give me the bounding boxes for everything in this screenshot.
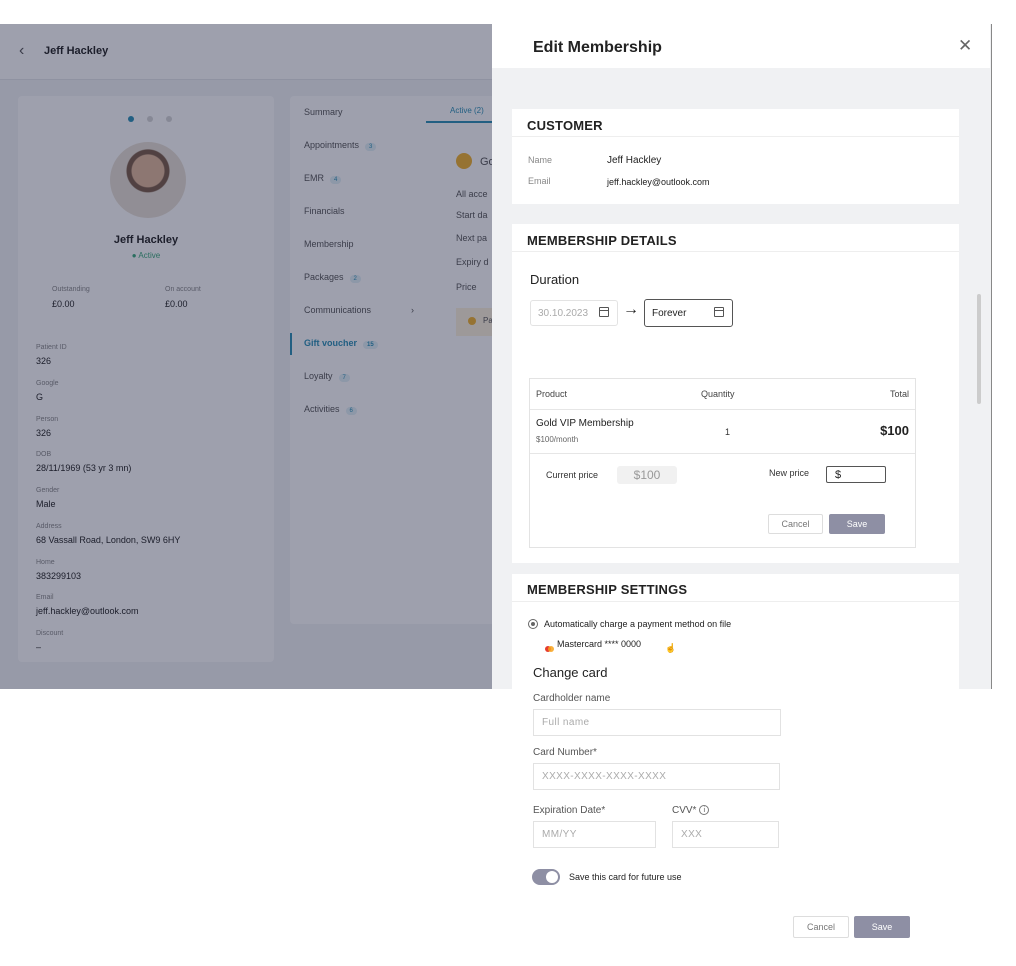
product-total: $100: [880, 423, 909, 438]
customer-section: CUSTOMER Name Jeff Hackley Email jeff.ha…: [512, 109, 959, 204]
divider: [530, 453, 915, 454]
card-number-label: Card Number*: [533, 747, 597, 758]
end-date-value: Forever: [652, 307, 687, 319]
card-label: Mastercard **** 0000: [557, 639, 642, 649]
product-table: Product Quantity Total Gold VIP Membersh…: [529, 378, 916, 548]
card-number-input[interactable]: XXXX-XXXX-XXXX-XXXX: [533, 763, 780, 790]
customer-email-value: jeff.hackley@outlook.com: [607, 177, 710, 187]
new-price-label: New price: [769, 468, 810, 478]
membership-details-section: MEMBERSHIP DETAILS Duration 30.10.2023 →…: [512, 224, 959, 563]
divider: [512, 136, 959, 137]
edit-membership-drawer: Edit Membership ✕ CUSTOMER Name Jeff Hac…: [492, 24, 992, 692]
section-title: CUSTOMER: [527, 118, 603, 133]
save-card-label: Save this card for future use: [569, 872, 682, 882]
section-title: MEMBERSHIP SETTINGS: [527, 582, 688, 597]
cvv-label-text: CVV*: [672, 805, 697, 816]
drawer-header: Edit Membership ✕: [492, 24, 990, 68]
save-card-toggle[interactable]: [532, 869, 560, 885]
change-card-title: Change card: [533, 665, 608, 680]
mastercard-icon: [545, 646, 555, 652]
cvv-input[interactable]: XXX: [672, 821, 779, 848]
expiry-label: Expiration Date*: [533, 805, 606, 816]
cancel-price-button[interactable]: Cancel: [768, 514, 823, 534]
cvv-label: CVV* i: [672, 805, 710, 816]
product-quantity: 1: [725, 427, 731, 437]
new-price-input[interactable]: $: [826, 466, 886, 483]
divider: [512, 251, 959, 252]
auto-charge-label: Automatically charge a payment method on…: [544, 619, 732, 629]
customer-email-label: Email: [528, 176, 551, 186]
product-price: $100/month: [536, 435, 579, 444]
calendar-icon[interactable]: [599, 307, 609, 317]
end-date-input[interactable]: Forever: [644, 299, 733, 327]
column-header: Quantity: [701, 389, 735, 399]
arrow-right-icon: →: [623, 301, 639, 318]
change-card-panel: Change card Cardholder name Full name Ca…: [512, 655, 959, 966]
duration-label: Duration: [530, 272, 580, 287]
close-icon[interactable]: ✕: [958, 36, 972, 56]
start-date-value: 30.10.2023: [538, 307, 589, 319]
product-name: Gold VIP Membership: [536, 418, 634, 429]
customer-name-label: Name: [528, 155, 553, 165]
save-price-button[interactable]: Save: [829, 514, 885, 534]
column-header: Total: [889, 389, 909, 399]
current-price-label: Current price: [546, 470, 599, 480]
current-price-value: $100: [617, 466, 677, 484]
cursor-icon: ☝: [665, 643, 677, 653]
scrollbar[interactable]: [977, 294, 981, 404]
drawer-title: Edit Membership: [533, 39, 662, 56]
save-button[interactable]: Save: [854, 916, 910, 938]
column-header: Product: [536, 389, 568, 399]
info-icon[interactable]: i: [699, 805, 710, 816]
divider: [512, 601, 959, 602]
calendar-icon[interactable]: [714, 307, 724, 317]
expiry-input[interactable]: MM/YY: [533, 821, 656, 848]
cancel-button[interactable]: Cancel: [793, 916, 849, 938]
divider: [530, 409, 915, 410]
start-date-input[interactable]: 30.10.2023: [530, 300, 618, 326]
section-title: MEMBERSHIP DETAILS: [527, 233, 677, 248]
cardholder-label: Cardholder name: [533, 693, 611, 704]
customer-name-value: Jeff Hackley: [607, 155, 662, 166]
auto-charge-radio[interactable]: [528, 619, 538, 629]
cardholder-input[interactable]: Full name: [533, 709, 781, 736]
